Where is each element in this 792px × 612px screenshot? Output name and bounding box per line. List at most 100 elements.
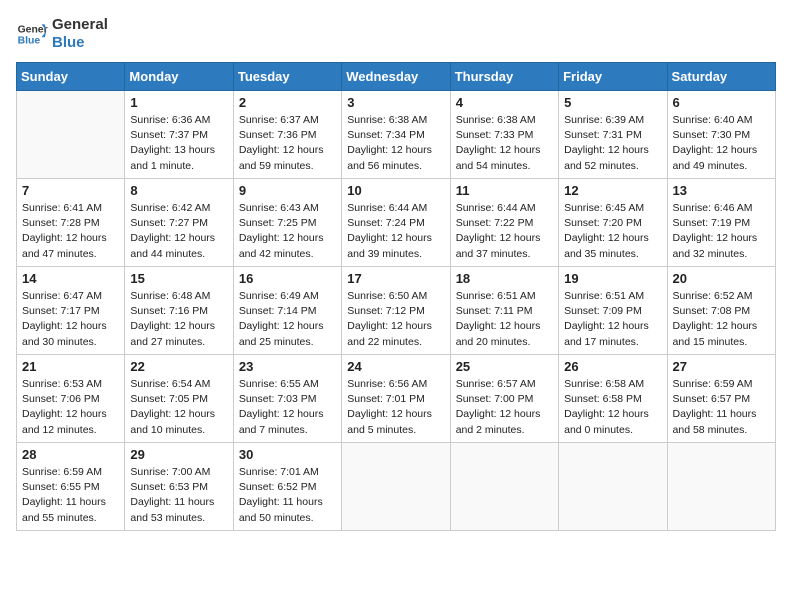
calendar-cell: 28Sunrise: 6:59 AM Sunset: 6:55 PM Dayli… — [17, 443, 125, 531]
day-info: Sunrise: 6:44 AM Sunset: 7:24 PM Dayligh… — [347, 201, 444, 262]
calendar-cell: 7 Sunrise: 6:41 AM Sunset: 7:28 PM Daylig… — [17, 179, 125, 267]
day-number: 12 — [564, 183, 661, 198]
day-number: 13 — [673, 183, 770, 198]
calendar-cell: 25 Sunrise: 6:57 AM Sunset: 7:00 PM Dayli… — [450, 355, 558, 443]
calendar-week-1: 1Sunrise: 6:36 AM Sunset: 7:37 PM Daylig… — [17, 91, 776, 179]
day-info: Sunrise: 6:40 AM Sunset: 7:30 PM Dayligh… — [673, 113, 770, 174]
calendar-cell: 14 Sunrise: 6:47 AM Sunset: 7:17 PM Dayli… — [17, 267, 125, 355]
calendar-cell: 6Sunrise: 6:40 AM Sunset: 7:30 PM Daylig… — [667, 91, 775, 179]
calendar-cell: 30 Sunrise: 7:01 AM Sunset: 6:52 PM Dayli… — [233, 443, 341, 531]
logo-icon: General Blue — [16, 18, 48, 50]
calendar-cell: 29 Sunrise: 7:00 AM Sunset: 6:53 PM Dayli… — [125, 443, 233, 531]
day-info: Sunrise: 7:01 AM Sunset: 6:52 PM Dayligh… — [239, 465, 336, 526]
day-info: Sunrise: 6:56 AM Sunset: 7:01 PM Dayligh… — [347, 377, 444, 438]
calendar-week-3: 14 Sunrise: 6:47 AM Sunset: 7:17 PM Dayli… — [17, 267, 776, 355]
day-number: 30 — [239, 447, 336, 462]
day-info: Sunrise: 6:59 AM Sunset: 6:57 PM Dayligh… — [673, 377, 770, 438]
day-number: 29 — [130, 447, 227, 462]
weekday-header-saturday: Saturday — [667, 63, 775, 91]
day-info: Sunrise: 6:55 AM Sunset: 7:03 PM Dayligh… — [239, 377, 336, 438]
weekday-header-tuesday: Tuesday — [233, 63, 341, 91]
calendar-cell: 3 Sunrise: 6:38 AM Sunset: 7:34 PM Daylig… — [342, 91, 450, 179]
day-number: 20 — [673, 271, 770, 286]
calendar-cell: 9 Sunrise: 6:43 AM Sunset: 7:25 PM Daylig… — [233, 179, 341, 267]
calendar-cell: 27 Sunrise: 6:59 AM Sunset: 6:57 PM Dayli… — [667, 355, 775, 443]
day-number: 19 — [564, 271, 661, 286]
day-number: 14 — [22, 271, 119, 286]
day-number: 7 — [22, 183, 119, 198]
calendar-cell: 19 Sunrise: 6:51 AM Sunset: 7:09 PM Dayli… — [559, 267, 667, 355]
logo-blue: Blue — [52, 34, 108, 52]
calendar-cell: 16 Sunrise: 6:49 AM Sunset: 7:14 PM Dayli… — [233, 267, 341, 355]
day-number: 9 — [239, 183, 336, 198]
day-info: Sunrise: 6:38 AM Sunset: 7:34 PM Dayligh… — [347, 113, 444, 174]
calendar-cell: 26Sunrise: 6:58 AM Sunset: 6:58 PM Dayli… — [559, 355, 667, 443]
day-number: 27 — [673, 359, 770, 374]
day-info: Sunrise: 6:47 AM Sunset: 7:17 PM Dayligh… — [22, 289, 119, 350]
calendar-cell: 11Sunrise: 6:44 AM Sunset: 7:22 PM Dayli… — [450, 179, 558, 267]
calendar-cell: 13 Sunrise: 6:46 AM Sunset: 7:19 PM Dayli… — [667, 179, 775, 267]
day-info: Sunrise: 6:37 AM Sunset: 7:36 PM Dayligh… — [239, 113, 336, 174]
day-info: Sunrise: 6:52 AM Sunset: 7:08 PM Dayligh… — [673, 289, 770, 350]
day-info: Sunrise: 6:41 AM Sunset: 7:28 PM Dayligh… — [22, 201, 119, 262]
day-info: Sunrise: 6:54 AM Sunset: 7:05 PM Dayligh… — [130, 377, 227, 438]
day-number: 1 — [130, 95, 227, 110]
day-number: 4 — [456, 95, 553, 110]
day-number: 21 — [22, 359, 119, 374]
calendar-cell: 15 Sunrise: 6:48 AM Sunset: 7:16 PM Dayli… — [125, 267, 233, 355]
calendar-cell: 20 Sunrise: 6:52 AM Sunset: 7:08 PM Dayli… — [667, 267, 775, 355]
calendar-cell: 5Sunrise: 6:39 AM Sunset: 7:31 PM Daylig… — [559, 91, 667, 179]
logo: General Blue General Blue — [16, 16, 108, 52]
calendar-week-4: 21 Sunrise: 6:53 AM Sunset: 7:06 PM Dayli… — [17, 355, 776, 443]
calendar-cell: 12Sunrise: 6:45 AM Sunset: 7:20 PM Dayli… — [559, 179, 667, 267]
day-info: Sunrise: 6:43 AM Sunset: 7:25 PM Dayligh… — [239, 201, 336, 262]
calendar-cell — [667, 443, 775, 531]
day-info: Sunrise: 6:42 AM Sunset: 7:27 PM Dayligh… — [130, 201, 227, 262]
calendar-cell: 2 Sunrise: 6:37 AM Sunset: 7:36 PM Daylig… — [233, 91, 341, 179]
calendar-cell: 17 Sunrise: 6:50 AM Sunset: 7:12 PM Dayli… — [342, 267, 450, 355]
day-info: Sunrise: 6:51 AM Sunset: 7:11 PM Dayligh… — [456, 289, 553, 350]
day-number: 28 — [22, 447, 119, 462]
logo-general: General — [52, 16, 108, 34]
weekday-header-friday: Friday — [559, 63, 667, 91]
day-number: 11 — [456, 183, 553, 198]
weekday-header-thursday: Thursday — [450, 63, 558, 91]
weekday-header-sunday: Sunday — [17, 63, 125, 91]
calendar-cell: 24 Sunrise: 6:56 AM Sunset: 7:01 PM Dayli… — [342, 355, 450, 443]
day-number: 3 — [347, 95, 444, 110]
svg-text:Blue: Blue — [18, 36, 41, 47]
calendar-cell: 4 Sunrise: 6:38 AM Sunset: 7:33 PM Daylig… — [450, 91, 558, 179]
day-number: 8 — [130, 183, 227, 198]
day-info: Sunrise: 7:00 AM Sunset: 6:53 PM Dayligh… — [130, 465, 227, 526]
calendar-cell: 8 Sunrise: 6:42 AM Sunset: 7:27 PM Daylig… — [125, 179, 233, 267]
day-info: Sunrise: 6:53 AM Sunset: 7:06 PM Dayligh… — [22, 377, 119, 438]
day-number: 17 — [347, 271, 444, 286]
calendar-cell — [342, 443, 450, 531]
calendar-table: SundayMondayTuesdayWednesdayThursdayFrid… — [16, 62, 776, 531]
weekday-header-wednesday: Wednesday — [342, 63, 450, 91]
day-number: 2 — [239, 95, 336, 110]
day-number: 23 — [239, 359, 336, 374]
day-info: Sunrise: 6:51 AM Sunset: 7:09 PM Dayligh… — [564, 289, 661, 350]
calendar-cell — [17, 91, 125, 179]
weekday-header-monday: Monday — [125, 63, 233, 91]
day-number: 16 — [239, 271, 336, 286]
day-info: Sunrise: 6:49 AM Sunset: 7:14 PM Dayligh… — [239, 289, 336, 350]
calendar-body: 1Sunrise: 6:36 AM Sunset: 7:37 PM Daylig… — [17, 91, 776, 531]
calendar-cell: 22Sunrise: 6:54 AM Sunset: 7:05 PM Dayli… — [125, 355, 233, 443]
day-number: 18 — [456, 271, 553, 286]
day-info: Sunrise: 6:57 AM Sunset: 7:00 PM Dayligh… — [456, 377, 553, 438]
day-info: Sunrise: 6:58 AM Sunset: 6:58 PM Dayligh… — [564, 377, 661, 438]
calendar-week-2: 7 Sunrise: 6:41 AM Sunset: 7:28 PM Daylig… — [17, 179, 776, 267]
day-number: 24 — [347, 359, 444, 374]
calendar-cell: 23 Sunrise: 6:55 AM Sunset: 7:03 PM Dayli… — [233, 355, 341, 443]
day-number: 15 — [130, 271, 227, 286]
day-number: 25 — [456, 359, 553, 374]
calendar-cell: 1Sunrise: 6:36 AM Sunset: 7:37 PM Daylig… — [125, 91, 233, 179]
day-info: Sunrise: 6:48 AM Sunset: 7:16 PM Dayligh… — [130, 289, 227, 350]
calendar-header: SundayMondayTuesdayWednesdayThursdayFrid… — [17, 63, 776, 91]
day-info: Sunrise: 6:38 AM Sunset: 7:33 PM Dayligh… — [456, 113, 553, 174]
calendar-cell — [450, 443, 558, 531]
day-info: Sunrise: 6:46 AM Sunset: 7:19 PM Dayligh… — [673, 201, 770, 262]
day-info: Sunrise: 6:50 AM Sunset: 7:12 PM Dayligh… — [347, 289, 444, 350]
